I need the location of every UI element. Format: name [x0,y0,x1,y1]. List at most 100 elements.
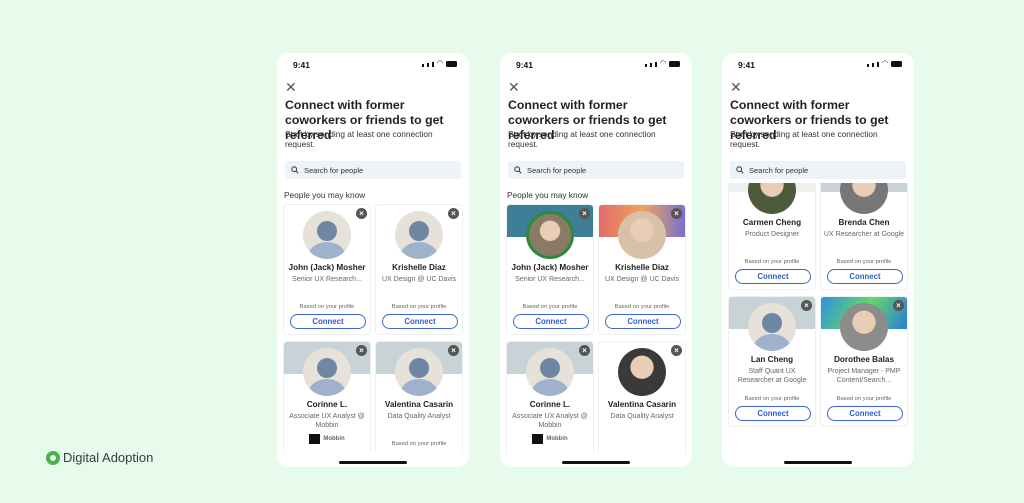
connect-button[interactable]: Connect [827,406,903,421]
person-card[interactable]: × Carmen Cheng Product Designer Based on… [728,183,816,290]
reason-text: Based on your profile [836,396,892,402]
person-card[interactable]: × John (Jack) Mosher Senior UX Research.… [283,204,371,335]
person-headline: Product Designer [744,230,800,238]
search-icon [514,166,522,174]
person-name: Krishelle Diaz UX Design @ UC Davis [378,263,460,284]
phone-screen: 9:41 ◠ ✕ Connect with former coworkers o… [277,53,469,467]
search-icon [736,166,744,174]
person-headline: Staff Quant UX Researcher at Google [737,367,807,385]
default-avatar-icon[interactable] [303,211,351,259]
person-card[interactable]: × Corinne L. Associate UX Analyst @ Mobb… [283,341,371,453]
page-subtitle: Start by sending at least one connection… [285,129,433,149]
search-input[interactable]: Search for people [508,161,684,179]
person-card[interactable]: × Brenda Chen UX Researcher at Google Ba… [820,183,908,290]
search-placeholder: Search for people [527,165,587,175]
page-subtitle: Start by sending at least one connection… [508,129,656,149]
profile-photo[interactable] [526,211,574,259]
person-name: Valentina Casarin Data Quality Analyst [601,400,683,421]
dismiss-icon[interactable]: × [579,208,590,219]
person-name-text: Lan Cheng [750,355,794,364]
dismiss-icon[interactable]: × [801,300,812,311]
connect-button[interactable]: Connect [513,314,589,329]
reason-text: Based on your profile [391,304,447,310]
dismiss-icon[interactable]: × [579,345,590,356]
profile-photo[interactable] [618,211,666,259]
phone-screen: 9:41 ◠ ✕ Connect with former coworkers o… [500,53,692,467]
person-card[interactable]: × Lan Cheng Staff Quant UX Researcher at… [728,296,816,427]
person-headline: UX Design @ UC Davis [604,275,679,283]
person-card[interactable]: × Krishelle Diaz UX Design @ UC Davis Ba… [375,204,463,335]
person-name: John (Jack) Mosher Senior UX Research... [286,263,368,284]
page-subtitle: Start by sending at least one connection… [730,129,878,149]
battery-icon [891,61,902,67]
person-card[interactable]: × John (Jack) Mosher Senior UX Research.… [506,204,594,335]
person-name: Corinne L. Associate UX Analyst @ Mobbin… [509,400,591,444]
company-name: Mobbin [323,435,345,442]
search-input[interactable]: Search for people [285,161,461,179]
person-name-text: Valentina Casarin [384,400,454,409]
person-card[interactable]: × Valentina Casarin Data Quality Analyst… [375,341,463,453]
connect-button[interactable]: Connect [290,314,366,329]
close-icon[interactable]: ✕ [730,80,742,94]
reason-text: Based on your profile [391,441,447,447]
dismiss-icon[interactable]: × [356,208,367,219]
connect-button[interactable]: Connect [605,314,681,329]
company-logo: Mobbin [286,433,368,445]
person-name-text: Valentina Casarin [607,400,677,409]
close-icon[interactable]: ✕ [285,80,297,94]
section-heading: People you may know [507,190,589,200]
dismiss-icon[interactable]: × [671,208,682,219]
person-name-text: Carmen Cheng [742,218,802,227]
people-grid[interactable]: × Carmen Cheng Product Designer Based on… [728,183,908,453]
brand-name: Digital Adoption [63,450,154,465]
people-grid[interactable]: × John (Jack) Mosher Senior UX Research.… [506,204,686,453]
default-avatar-icon[interactable] [395,348,443,396]
reason-text: Based on your profile [744,259,800,265]
search-icon [291,166,299,174]
person-card[interactable]: × Krishelle Diaz UX Design @ UC Davis Ba… [598,204,686,335]
company-name: Mobbin [546,435,568,442]
dismiss-icon[interactable]: × [356,345,367,356]
person-name: Lan Cheng Staff Quant UX Researcher at G… [731,355,813,386]
section-heading: People you may know [284,190,366,200]
default-avatar-icon[interactable] [526,348,574,396]
dismiss-icon[interactable]: × [671,345,682,356]
home-indicator [784,461,852,464]
reason-text: Based on your profile [299,304,355,310]
person-card[interactable]: × Valentina Casarin Data Quality Analyst [598,341,686,453]
search-input[interactable]: Search for people [730,161,906,179]
person-card[interactable]: × Dorothee Balas Project Manager - PMP C… [820,296,908,427]
person-name: Valentina Casarin Data Quality Analyst [378,400,460,421]
people-grid[interactable]: × John (Jack) Mosher Senior UX Research.… [283,204,463,453]
person-name: Corinne L. Associate UX Analyst @ Mobbin… [286,400,368,444]
person-headline: Associate UX Analyst @ Mobbin [289,412,365,430]
profile-photo[interactable] [618,348,666,396]
person-headline: Senior UX Research... [515,275,585,283]
default-avatar-icon[interactable] [395,211,443,259]
person-name: Brenda Chen UX Researcher at Google [823,218,905,239]
profile-photo[interactable] [748,183,796,214]
close-icon[interactable]: ✕ [508,80,520,94]
status-icons: ◠ [866,60,902,67]
wifi-icon: ◠ [881,60,888,67]
profile-photo[interactable] [840,183,888,214]
person-name-text: Krishelle Diaz [392,263,446,272]
connect-button[interactable]: Connect [735,406,811,421]
connect-button[interactable]: Connect [382,314,458,329]
person-headline: Project Manager - PMP Content/Search... [827,367,901,385]
connect-button[interactable]: Connect [827,269,903,284]
connect-button[interactable]: Connect [735,269,811,284]
reason-text: Based on your profile [614,304,670,310]
dismiss-icon[interactable]: × [448,208,459,219]
profile-photo[interactable] [840,303,888,351]
default-avatar-icon[interactable] [303,348,351,396]
person-card[interactable]: × Corinne L. Associate UX Analyst @ Mobb… [506,341,594,453]
phone-screen: 9:41 ◠ ✕ Connect with former coworkers o… [722,53,914,467]
status-time: 9:41 [293,60,311,70]
dismiss-icon[interactable]: × [448,345,459,356]
brand-mark-icon [46,450,60,465]
search-placeholder: Search for people [749,165,809,175]
person-headline: UX Design @ UC Davis [381,275,456,283]
default-avatar-icon[interactable] [748,303,796,351]
dismiss-icon[interactable]: × [893,300,904,311]
